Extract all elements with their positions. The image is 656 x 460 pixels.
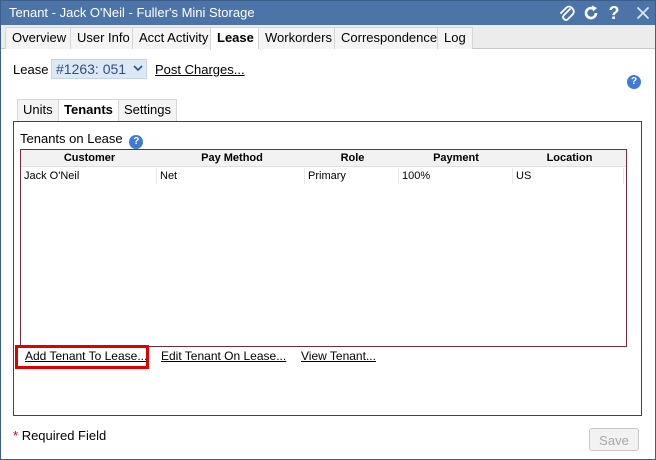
tenant-window: Tenant - Jack O'Neil - Fuller's Mini Sto… [0, 0, 656, 460]
tenants-panel: Tenants on Lease ? Customer Pay Method R… [13, 121, 642, 416]
highlight-box [15, 345, 149, 369]
column-header-pay-method[interactable]: Pay Method [158, 152, 306, 164]
tab-overview[interactable]: Overview [5, 27, 74, 49]
chevron-down-icon [133, 61, 143, 79]
tab-acct-activity[interactable]: Acct Activity [132, 27, 216, 49]
edit-tenant-link[interactable]: Edit Tenant On Lease... [161, 349, 286, 363]
main-tab-bar: Overview User Info Acct Activity Lease W… [1, 25, 655, 50]
tenants-grid: Customer Pay Method Role Payment Locatio… [20, 149, 627, 347]
title-bar: Tenant - Jack O'Neil - Fuller's Mini Sto… [1, 1, 655, 25]
tab-user-info[interactable]: User Info [70, 27, 137, 49]
help-icon[interactable]: ? [604, 3, 624, 23]
panel-title-text: Tenants on Lease [20, 131, 123, 146]
lease-select-value: #1263: 051 [56, 61, 127, 77]
column-header-role[interactable]: Role [306, 152, 399, 164]
lease-select[interactable]: #1263: 051 [51, 59, 147, 79]
help-icon[interactable]: ? [129, 135, 144, 149]
help-icon[interactable]: ? [627, 75, 641, 89]
required-text: Required Field [21, 428, 107, 443]
paperclip-icon[interactable] [557, 3, 577, 23]
panel-title: Tenants on Lease ? [20, 131, 144, 149]
cell-role: Primary [305, 168, 399, 184]
subtab-tenants[interactable]: Tenants [58, 99, 119, 121]
tab-lease[interactable]: Lease [210, 27, 261, 50]
view-tenant-link[interactable]: View Tenant... [301, 349, 376, 363]
column-header-payment[interactable]: Payment [399, 152, 513, 164]
subtab-units[interactable]: Units [17, 99, 59, 121]
tab-correspondence[interactable]: Correspondence [334, 27, 445, 49]
close-icon[interactable] [633, 3, 653, 23]
lease-label: Lease [13, 62, 49, 77]
cell-pay-method: Net [157, 168, 305, 184]
required-field-note: * Required Field [13, 428, 106, 443]
cell-customer: Jack O'Neil [21, 168, 157, 184]
column-header-location[interactable]: Location [513, 152, 626, 164]
required-star: * [13, 428, 19, 443]
grid-header: Customer Pay Method Role Payment Locatio… [21, 150, 626, 167]
cell-location: US [513, 168, 624, 184]
column-header-customer[interactable]: Customer [21, 152, 158, 164]
post-charges-link[interactable]: Post Charges... [155, 62, 245, 77]
refresh-icon[interactable] [581, 3, 601, 23]
tab-workorders[interactable]: Workorders [258, 27, 339, 49]
tab-log[interactable]: Log [437, 27, 473, 49]
save-button[interactable]: Save [589, 428, 639, 451]
window-title: Tenant - Jack O'Neil - Fuller's Mini Sto… [9, 5, 255, 20]
cell-payment: 100% [399, 168, 513, 184]
table-row[interactable]: Jack O'Neil Net Primary 100% US [21, 168, 626, 184]
subtab-settings[interactable]: Settings [118, 99, 177, 121]
